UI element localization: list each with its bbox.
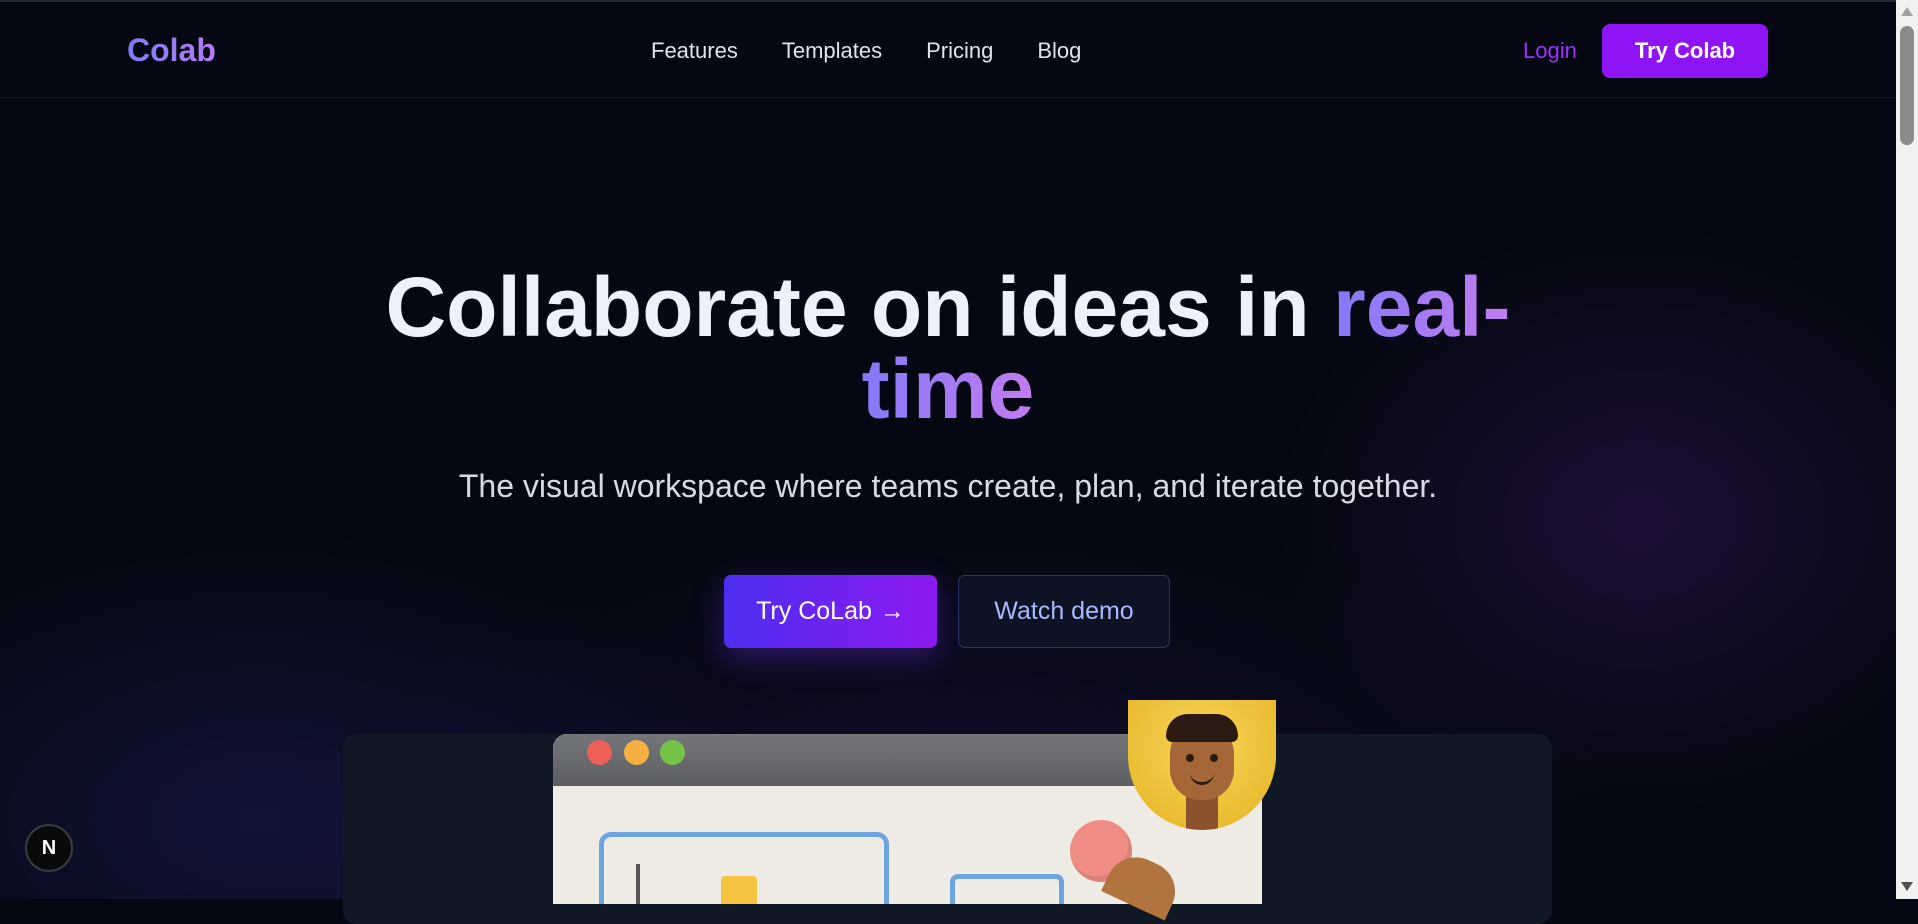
login-link[interactable]: Login bbox=[1523, 38, 1577, 64]
window-close-dot-icon bbox=[587, 740, 612, 765]
try-colab-header-button[interactable]: Try Colab bbox=[1602, 24, 1768, 78]
nav-features[interactable]: Features bbox=[651, 38, 738, 64]
sticky-note-shape bbox=[721, 876, 757, 904]
hero-title: Collaborate on ideas in real- time bbox=[290, 265, 1606, 431]
n-logo-icon[interactable]: N bbox=[25, 824, 73, 872]
canvas-line-shape bbox=[636, 864, 640, 904]
vertical-scrollbar[interactable] bbox=[1896, 0, 1918, 899]
scroll-up-icon[interactable] bbox=[1901, 7, 1913, 16]
try-colab-hero-label: Try CoLab bbox=[756, 597, 872, 625]
window-maximize-dot-icon bbox=[660, 740, 685, 765]
nav-templates[interactable]: Templates bbox=[782, 38, 882, 64]
arrow-right-icon: → bbox=[879, 597, 905, 625]
canvas-box-shape bbox=[950, 874, 1064, 904]
nav-pricing[interactable]: Pricing bbox=[926, 38, 993, 64]
hero-title-highlight-2: time bbox=[861, 342, 1035, 436]
scroll-thumb[interactable] bbox=[1900, 26, 1914, 145]
hero-title-main: Collaborate on ideas in bbox=[385, 260, 1334, 354]
watch-demo-button[interactable]: Watch demo bbox=[958, 575, 1170, 648]
site-header: Colab Features Templates Pricing Blog Lo… bbox=[0, 2, 1896, 98]
main-nav: Features Templates Pricing Blog bbox=[651, 38, 1081, 64]
hero-title-highlight-1: real- bbox=[1333, 260, 1511, 354]
avatar-hair bbox=[1166, 714, 1238, 742]
scroll-down-icon[interactable] bbox=[1901, 882, 1913, 891]
try-colab-hero-button[interactable]: Try CoLab → bbox=[724, 575, 937, 648]
window-minimize-dot-icon bbox=[624, 740, 649, 765]
logo[interactable]: Colab bbox=[127, 32, 216, 69]
avatar-left-eye bbox=[1186, 754, 1194, 762]
avatar-right-eye bbox=[1210, 754, 1218, 762]
hero-subtitle: The visual workspace where teams create,… bbox=[458, 468, 1438, 504]
nav-blog[interactable]: Blog bbox=[1037, 38, 1081, 64]
